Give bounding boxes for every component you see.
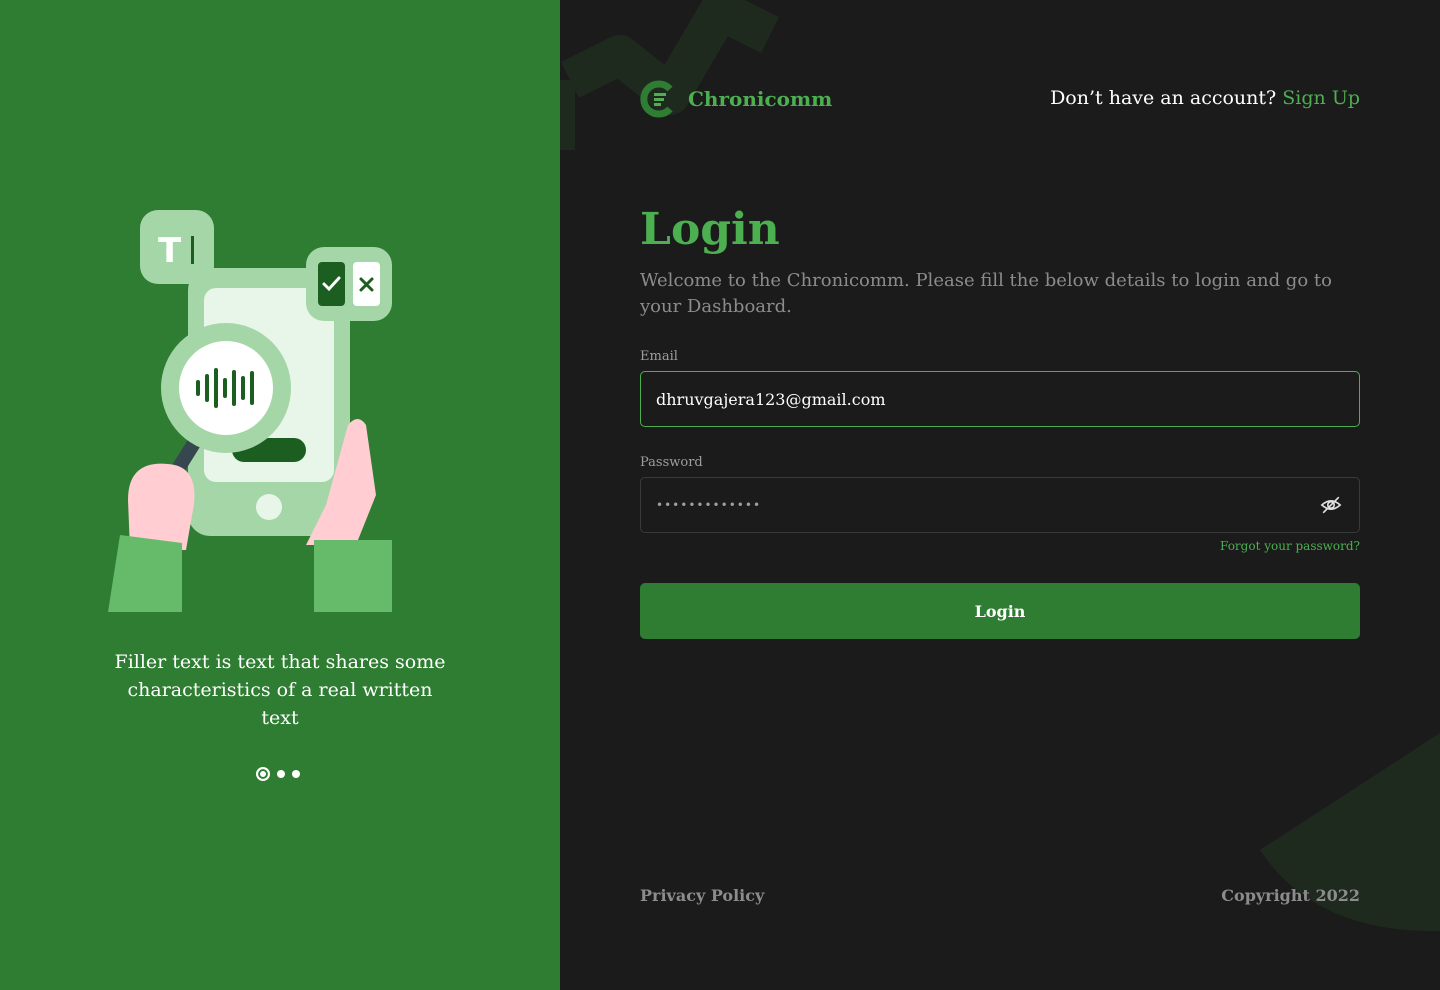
signup-prompt: Don’t have an account? Sign Up [1050,87,1360,109]
eye-off-icon[interactable] [1320,494,1342,516]
password-field[interactable] [640,477,1360,533]
carousel-dot-1[interactable] [256,767,270,781]
email-field[interactable] [640,371,1360,427]
page-title: Login [640,204,780,255]
login-panel: Chronicomm Don’t have an account? Sign U… [560,0,1440,990]
signup-link[interactable]: Sign Up [1282,87,1360,109]
page-subtitle: Welcome to the Chronicomm. Please fill t… [640,270,1332,317]
onboarding-panel: T Filler text is text that shares some c… [0,0,560,990]
phone-search-illustration: T [108,210,392,612]
carousel-dot-3[interactable] [292,770,300,778]
svg-text:T: T [158,231,182,271]
login-button[interactable]: Login [640,583,1360,639]
chronicomm-logo-icon [640,80,673,118]
privacy-policy-link[interactable]: Privacy Policy [640,886,764,905]
carousel-dot-2[interactable] [277,770,285,778]
carousel-tagline: Filler text is text that shares some cha… [114,651,446,729]
password-label: Password [640,455,703,470]
signup-prompt-text: Don’t have an account? [1050,87,1277,109]
email-label: Email [640,349,678,364]
copyright-text: Copyright 2022 [1221,886,1360,905]
forgot-password-link[interactable]: Forgot your password? [1220,539,1360,553]
carousel-pagination [256,766,300,782]
brand[interactable]: Chronicomm [640,80,832,118]
brand-name: Chronicomm [688,87,833,111]
